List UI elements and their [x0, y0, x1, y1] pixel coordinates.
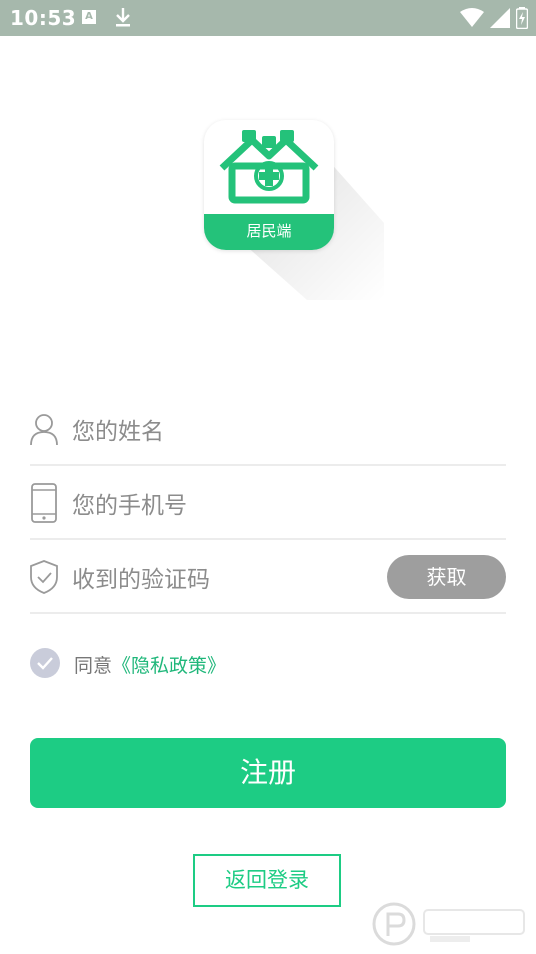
back-to-login-button[interactable]: 返回登录: [193, 854, 341, 907]
phone-field[interactable]: 您的手机号: [30, 464, 506, 540]
status-time: 10:53: [10, 6, 77, 30]
status-bar: 10:53 A: [0, 0, 536, 36]
signal-icon: [490, 8, 510, 32]
hospital-house-icon: [219, 130, 319, 204]
register-button[interactable]: 注册: [30, 738, 506, 808]
download-icon: [114, 6, 132, 32]
name-input[interactable]: 您的姓名: [72, 412, 164, 446]
get-code-button[interactable]: 获取: [387, 555, 506, 599]
phone-icon: [30, 483, 57, 523]
a-notification-icon: A: [82, 10, 96, 24]
wifi-icon: [460, 8, 484, 32]
logo-caption: 居民端: [204, 214, 334, 250]
agree-checkbox[interactable]: [30, 648, 60, 678]
watermark-logo: [372, 898, 532, 950]
agree-prefix: 同意: [74, 655, 113, 677]
privacy-policy-link[interactable]: 《隐私政策》: [112, 655, 226, 677]
code-input[interactable]: 收到的验证码: [72, 560, 210, 594]
person-icon: [30, 412, 58, 446]
phone-input[interactable]: 您的手机号: [72, 486, 187, 520]
code-field[interactable]: 收到的验证码 获取: [30, 538, 506, 614]
battery-icon: [515, 7, 529, 33]
name-field[interactable]: 您的姓名: [30, 390, 506, 466]
shield-check-icon: [30, 560, 58, 594]
check-icon: [37, 657, 53, 670]
app-logo: 居民端: [204, 120, 384, 300]
